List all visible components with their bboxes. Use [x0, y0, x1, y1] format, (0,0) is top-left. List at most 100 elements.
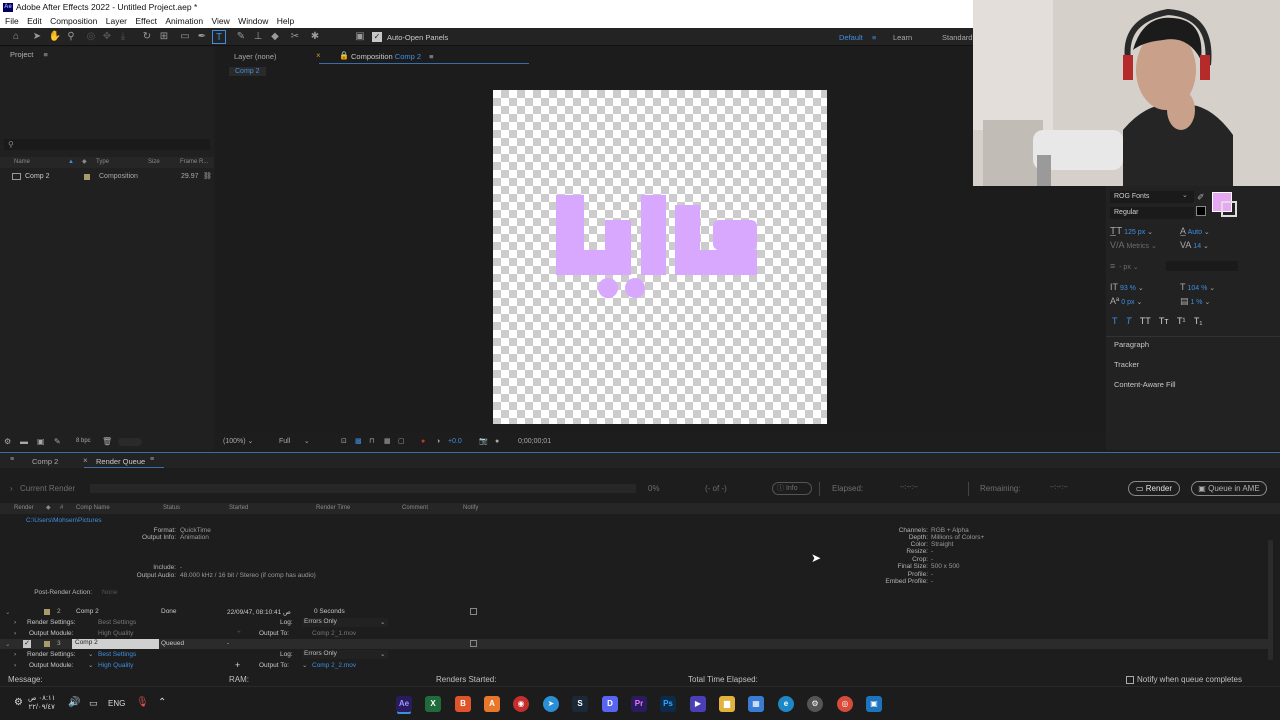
new-comp-icon[interactable]: ▣	[37, 437, 45, 446]
rotation-tool-icon[interactable]: ↻	[140, 30, 154, 44]
font-size-row[interactable]: T̲T 125 px ⌄	[1110, 226, 1153, 237]
premiere-app-icon[interactable]: Pr	[631, 696, 647, 712]
start-menu-icon[interactable]: ▣	[866, 696, 882, 712]
add-output-icon[interactable]: +	[237, 629, 241, 636]
menu-window[interactable]: Window	[238, 15, 268, 28]
timecode[interactable]: 0;00;00;01	[518, 433, 551, 450]
type-tool-icon[interactable]: T	[212, 30, 226, 44]
faux-bold-button[interactable]: T	[1112, 316, 1117, 326]
transparency-grid-icon[interactable]: ▩	[355, 433, 362, 450]
menu-layer[interactable]: Layer	[106, 15, 127, 28]
photoshop-app-icon[interactable]: Ps	[660, 696, 676, 712]
subscript-button[interactable]: T₁	[1194, 316, 1203, 326]
resolution-dropdown[interactable]: Full ⌄	[279, 433, 310, 450]
expand-arrow-icon[interactable]: ›	[14, 651, 16, 658]
exposure-value[interactable]: +0.0	[448, 433, 462, 450]
stroke-color-swatch[interactable]	[1221, 201, 1237, 217]
expand-arrow-icon[interactable]: ›	[14, 630, 16, 637]
stroke-swatch[interactable]	[1196, 206, 1206, 216]
excel-app-icon[interactable]: X	[425, 696, 441, 712]
horizontal-scale-row[interactable]: T 104 % ⌄	[1180, 282, 1215, 292]
roto-brush-icon[interactable]: ✂	[288, 30, 302, 44]
col-status[interactable]: Status	[163, 503, 180, 514]
notify-checkbox[interactable]	[470, 640, 477, 647]
telegram-app-icon[interactable]: ➤	[543, 696, 559, 712]
col-started[interactable]: Started	[229, 503, 248, 514]
notify-checkbox[interactable]	[1126, 676, 1134, 684]
store-app-icon[interactable]: ▦	[748, 696, 764, 712]
eraser-tool-icon[interactable]: ◆	[268, 30, 282, 44]
layer-tab[interactable]: Layer (none)	[234, 52, 277, 61]
render-queue-item[interactable]: ⌄ 2 Comp 2 Done 22/09/47, 08:10:41 ص 0 S…	[0, 607, 1270, 617]
discord-app-icon[interactable]: D	[602, 696, 618, 712]
vertical-scale-row[interactable]: IT 93 % ⌄	[1110, 282, 1144, 292]
render-settings-value[interactable]: Best Settings	[98, 619, 136, 626]
artwork-text[interactable]	[493, 90, 827, 424]
auto-open-checkbox[interactable]: ✓	[372, 32, 382, 42]
mask-icon[interactable]: ⊓	[369, 433, 374, 450]
opera-app-icon[interactable]: ◉	[513, 696, 529, 712]
project-title[interactable]: Project	[10, 50, 33, 59]
col-number[interactable]: #	[60, 503, 63, 514]
puppet-pin-icon[interactable]: ✱	[308, 30, 322, 44]
clone-stamp-icon[interactable]: ⊥	[251, 30, 265, 44]
microphone-icon[interactable]: 🎙	[136, 697, 149, 708]
selection-tool-icon[interactable]: ➤	[30, 30, 44, 44]
post-render-dropdown[interactable]: None	[98, 589, 208, 598]
add-output-icon[interactable]: +	[235, 660, 240, 670]
col-render-time[interactable]: Render Time	[316, 503, 350, 514]
info-button[interactable]: ⓘ Info	[772, 482, 812, 495]
render-queue-item[interactable]: ⌄ ✓ 3 Comp 2 Queued -	[0, 639, 1270, 649]
settings-app-icon[interactable]: ⚙	[807, 696, 823, 712]
menu-animation[interactable]: Animation	[165, 15, 203, 28]
menu-file[interactable]: File	[5, 15, 19, 28]
grid-icon[interactable]: ▦	[384, 433, 391, 450]
workspace-default[interactable]: Default	[839, 33, 863, 42]
col-frame-rate[interactable]: Frame R...	[180, 157, 208, 168]
color-channel-icon[interactable]: ●	[421, 433, 425, 450]
col-notify[interactable]: Notify	[463, 503, 478, 514]
log-dropdown[interactable]: Errors Only	[302, 618, 388, 627]
exposure-icon[interactable]: ◑	[436, 433, 440, 450]
stroke-style-dropdown[interactable]	[1166, 261, 1238, 271]
hand-tool-icon[interactable]: ✋	[48, 30, 62, 44]
brave-app-icon[interactable]: B	[455, 696, 471, 712]
output-to-value[interactable]: Comp 2_1.mov	[312, 630, 356, 637]
orbit-camera-icon[interactable]: ◎	[84, 30, 98, 44]
comp-breadcrumb[interactable]: Comp 2	[229, 67, 266, 76]
language-indicator[interactable]: ENG	[108, 699, 125, 708]
safe-area-icon[interactable]: ▢	[398, 433, 405, 450]
tab-comp-2[interactable]: Comp 2	[32, 457, 58, 466]
render-checkbox[interactable]: ✓	[23, 640, 31, 648]
after-effects-app-icon[interactable]: Ae	[396, 696, 412, 712]
output-to-value[interactable]: Comp 2_2.mov	[312, 662, 356, 669]
trash-icon[interactable]: 🗑	[102, 437, 112, 446]
content-aware-fill-section[interactable]: Content-Aware Fill	[1114, 380, 1176, 389]
font-style-dropdown[interactable]: Regular	[1110, 207, 1194, 219]
collapse-arrow-icon[interactable]: ⌄	[5, 608, 10, 616]
steam-app-icon[interactable]: S	[572, 696, 588, 712]
dolly-camera-icon[interactable]: ⤓	[116, 30, 130, 44]
col-type[interactable]: Type	[96, 157, 109, 168]
illustrator-app-icon[interactable]: A	[484, 696, 500, 712]
close-tab-icon[interactable]: ×	[316, 51, 321, 60]
output-module-value[interactable]: High Quality	[98, 662, 133, 669]
bit-depth[interactable]: 8 bpc	[76, 438, 91, 444]
stroke-width-row[interactable]: ≡ - px ⌄	[1110, 261, 1139, 271]
superscript-button[interactable]: T¹	[1177, 316, 1186, 326]
clock[interactable]: ٠٨:١١ ص ٢٢/٠٩/٤٧	[28, 694, 55, 712]
expand-arrow-icon[interactable]: ›	[14, 662, 16, 669]
menu-view[interactable]: View	[212, 15, 230, 28]
notify-checkbox[interactable]	[470, 608, 477, 615]
tracking-row[interactable]: VA 14 ⌄	[1180, 240, 1209, 250]
brush-tool-icon[interactable]: ✎	[234, 30, 248, 44]
workspace-learn[interactable]: Learn	[893, 33, 912, 42]
render-settings-value[interactable]: Best Settings	[98, 651, 136, 658]
panel-menu-icon[interactable]: ≡	[10, 456, 14, 463]
queue-in-ame-button[interactable]: ▣ Queue in AME	[1191, 481, 1267, 496]
panel-menu-icon[interactable]: ≡	[429, 52, 433, 61]
thumbnail-slider[interactable]	[118, 438, 142, 446]
faux-italic-button[interactable]: T	[1126, 316, 1132, 326]
composition-tab[interactable]: Composition Comp 2 ≡	[351, 52, 434, 61]
expand-arrow-icon[interactable]: ›	[14, 619, 16, 626]
